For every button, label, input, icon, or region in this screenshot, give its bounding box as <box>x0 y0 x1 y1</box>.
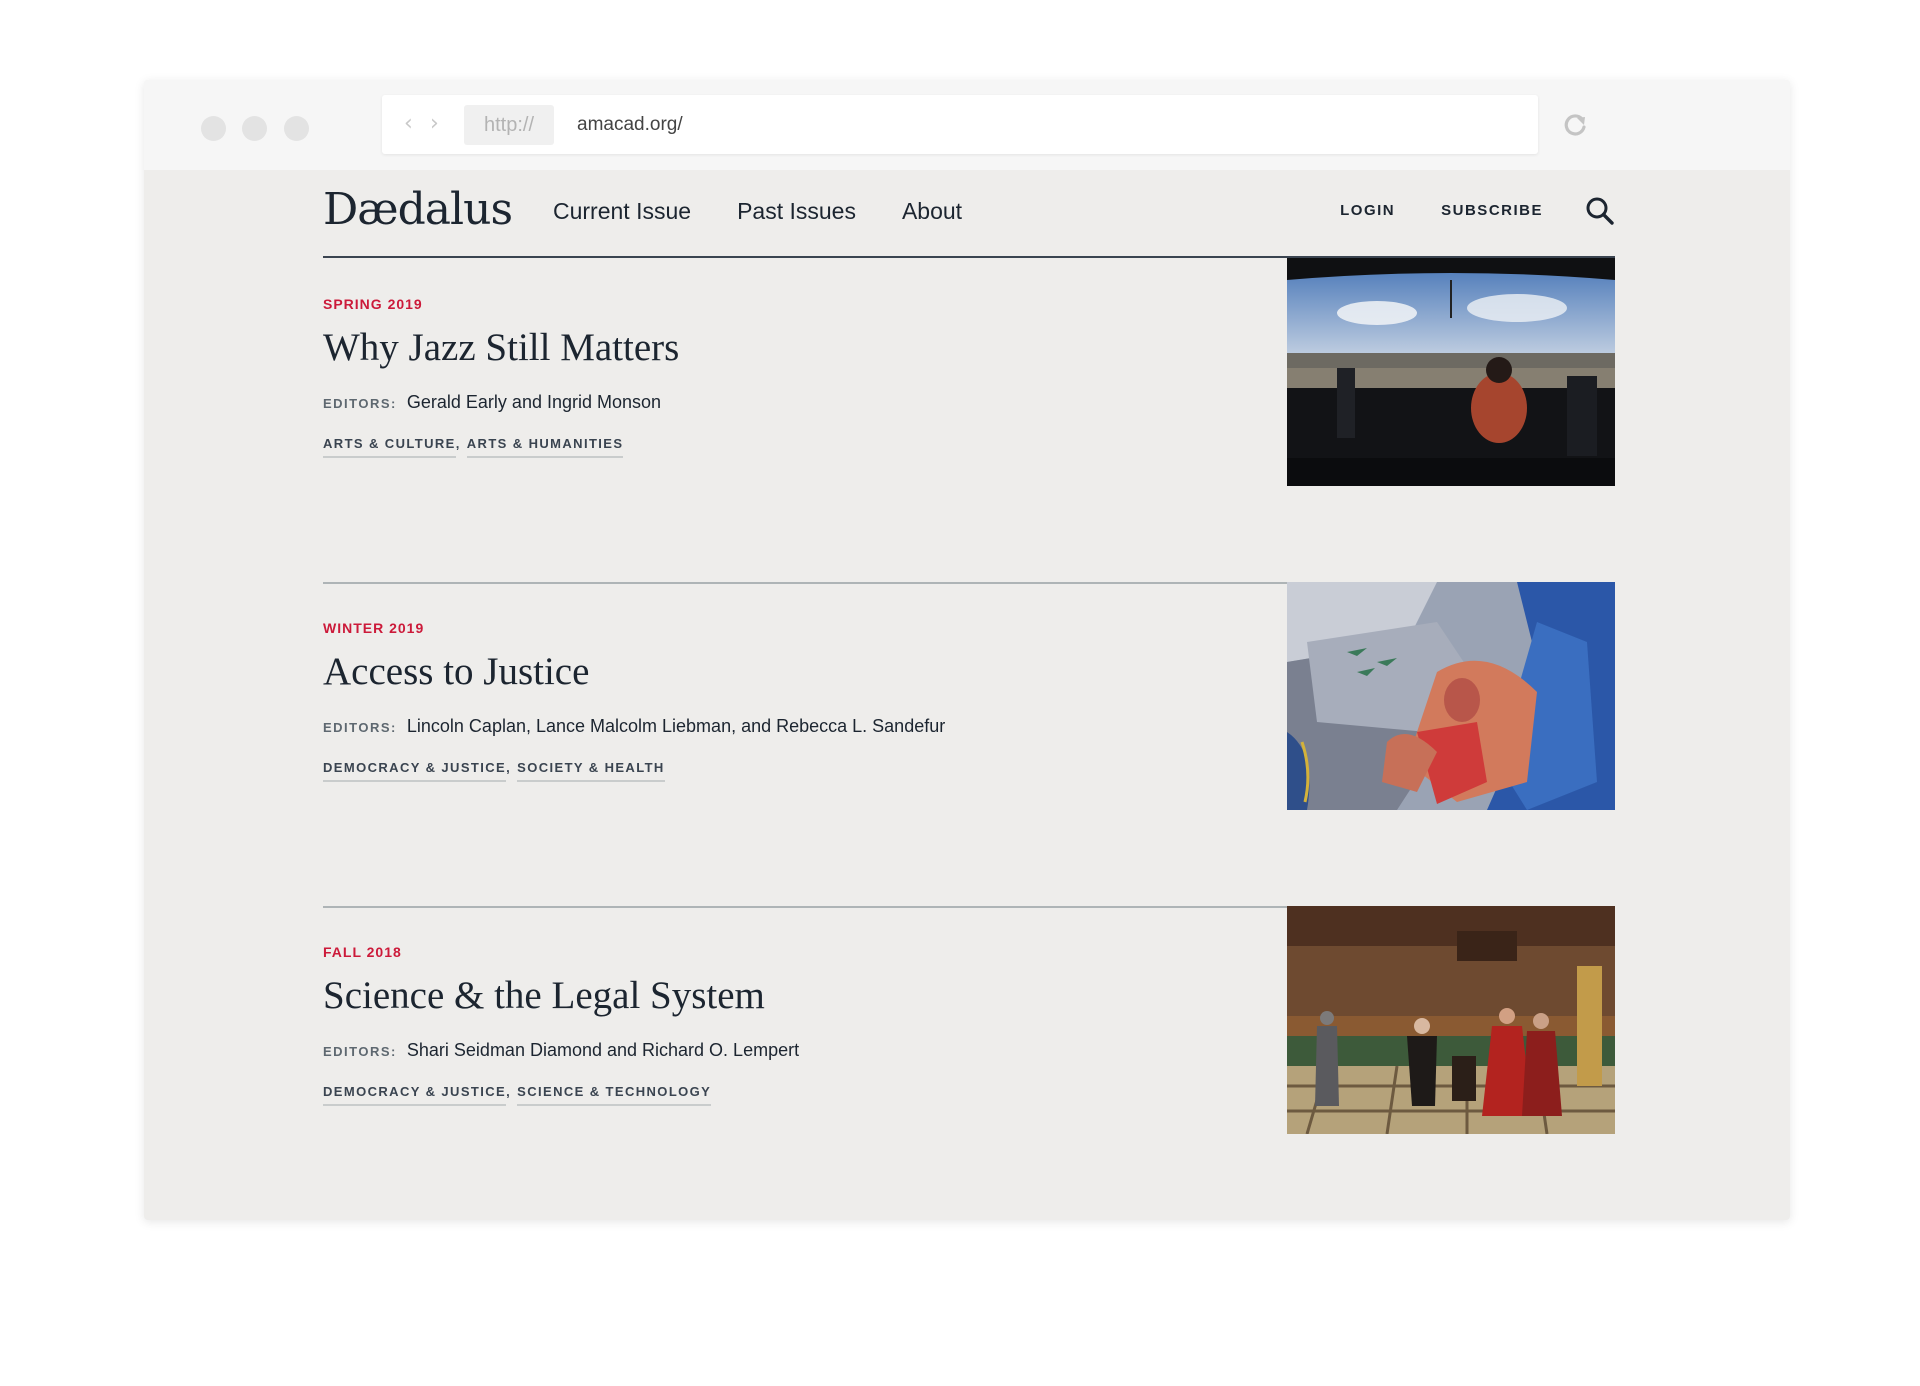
site-page: Dædalus Current Issue Past Issues About … <box>144 170 1790 1220</box>
issue-image[interactable] <box>1287 582 1615 810</box>
issue-title[interactable]: Science & the Legal System <box>323 970 765 1022</box>
issue-editors: EDITORS: Lincoln Caplan, Lance Malcolm L… <box>323 714 945 740</box>
editors-names: Shari Seidman Diamond and Richard O. Lem… <box>406 1040 800 1060</box>
utility-nav: LOGIN SUBSCRIBE <box>1340 196 1615 226</box>
editors-label: EDITORS: <box>323 396 397 411</box>
forward-arrow-icon[interactable]: › <box>430 109 439 139</box>
window-minimize-button[interactable] <box>242 116 267 141</box>
nav-past-issues[interactable]: Past Issues <box>737 196 856 226</box>
issue-card: FALL 2018 Science & the Legal System EDI… <box>323 906 1615 1134</box>
browser-toolbar: ‹ › http:// amacad.org/ <box>144 80 1790 170</box>
issue-editors: EDITORS: Shari Seidman Diamond and Richa… <box>323 1038 799 1064</box>
search-icon[interactable] <box>1585 196 1615 226</box>
editors-label: EDITORS: <box>323 720 397 735</box>
issue-season: SPRING 2019 <box>323 296 423 312</box>
tag-link[interactable]: DEMOCRACY & JUSTICE <box>323 758 507 782</box>
issue-card: WINTER 2019 Access to Justice EDITORS: L… <box>323 582 1615 810</box>
editors-label: EDITORS: <box>323 1044 397 1059</box>
issue-image[interactable] <box>1287 258 1615 486</box>
issue-editors: EDITORS: Gerald Early and Ingrid Monson <box>323 390 661 416</box>
issue-tags: DEMOCRACY & JUSTICE, SOCIETY & HEALTH <box>323 758 665 782</box>
issue-card: SPRING 2019 Why Jazz Still Matters EDITO… <box>323 258 1615 486</box>
window-maximize-button[interactable] <box>284 116 309 141</box>
nav-about[interactable]: About <box>902 196 962 226</box>
browser-window: ‹ › http:// amacad.org/ Dædalus Current … <box>144 80 1790 1220</box>
url-protocol: http:// <box>464 105 554 145</box>
tribunal-painting-image <box>1287 906 1615 1134</box>
url-text[interactable]: amacad.org/ <box>577 105 683 145</box>
window-close-button[interactable] <box>201 116 226 141</box>
site-header: Dædalus Current Issue Past Issues About … <box>323 170 1615 258</box>
editors-names: Gerald Early and Ingrid Monson <box>406 392 662 412</box>
tag-link[interactable]: DEMOCRACY & JUSTICE <box>323 1082 507 1106</box>
tag-link[interactable]: ARTS & CULTURE <box>323 434 456 458</box>
back-arrow-icon[interactable]: ‹ <box>404 109 413 139</box>
issue-title[interactable]: Why Jazz Still Matters <box>323 322 679 374</box>
abstract-painting-image <box>1287 582 1615 810</box>
divider <box>323 582 1287 584</box>
jazz-stage-image <box>1287 258 1615 486</box>
issue-image[interactable] <box>1287 906 1615 1134</box>
address-bar[interactable]: ‹ › http:// amacad.org/ <box>382 95 1538 154</box>
tag-link[interactable]: SCIENCE & TECHNOLOGY <box>517 1082 712 1106</box>
subscribe-link[interactable]: SUBSCRIBE <box>1441 196 1543 226</box>
tag-link[interactable]: SOCIETY & HEALTH <box>517 758 665 782</box>
nav-current-issue[interactable]: Current Issue <box>553 196 691 226</box>
issue-tags: DEMOCRACY & JUSTICE, SCIENCE & TECHNOLOG… <box>323 1082 712 1106</box>
divider <box>323 906 1287 908</box>
main-nav: Current Issue Past Issues About <box>553 196 962 226</box>
issue-tags: ARTS & CULTURE, ARTS & HUMANITIES <box>323 434 624 458</box>
login-link[interactable]: LOGIN <box>1340 196 1395 226</box>
reload-icon[interactable] <box>1560 110 1590 140</box>
issue-season: FALL 2018 <box>323 944 402 960</box>
issue-season: WINTER 2019 <box>323 620 425 636</box>
editors-names: Lincoln Caplan, Lance Malcolm Liebman, a… <box>406 716 946 736</box>
issue-title[interactable]: Access to Justice <box>323 646 589 698</box>
site-logo[interactable]: Dædalus <box>323 180 513 240</box>
tag-link[interactable]: ARTS & HUMANITIES <box>466 434 624 458</box>
